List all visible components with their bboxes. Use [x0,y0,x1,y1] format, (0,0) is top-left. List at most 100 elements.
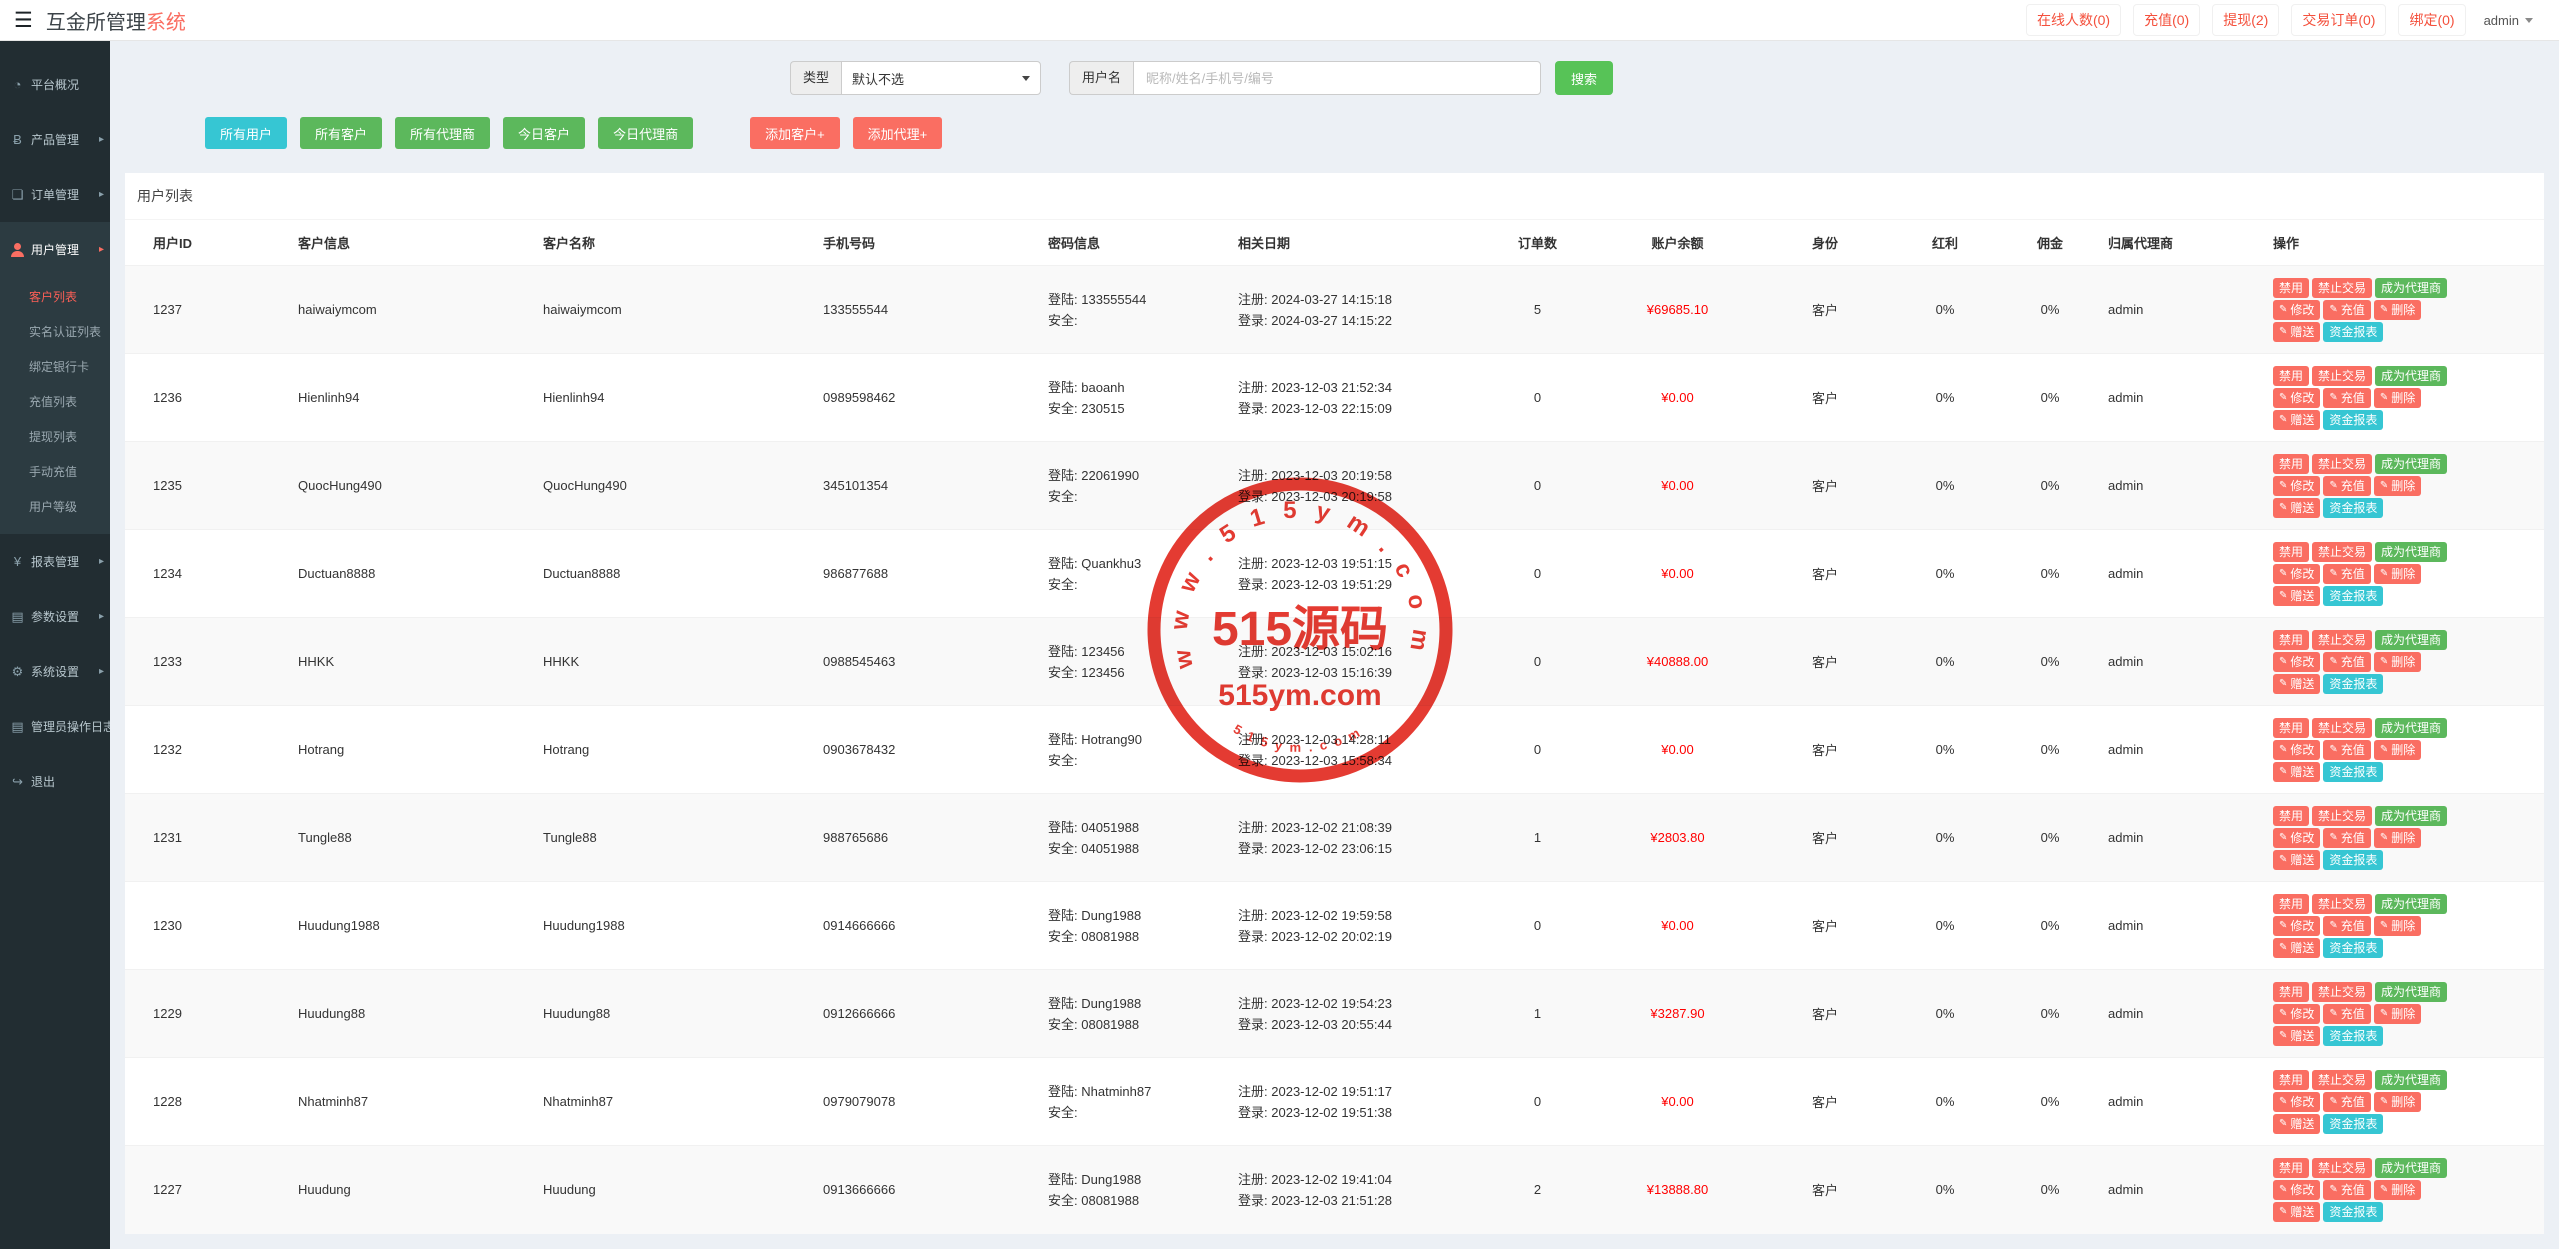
make-agent-button[interactable]: 成为代理商 [2375,806,2447,826]
gift-button[interactable]: ✎ 赠送 [2273,586,2320,606]
funds-report-button[interactable]: 资金报表 [2323,322,2383,342]
type-select[interactable]: 默认不选 [841,61,1041,95]
bind-badge[interactable]: 绑定(0) [2398,4,2465,36]
edit-button[interactable]: ✎ 修改 [2273,564,2320,584]
make-agent-button[interactable]: 成为代理商 [2375,278,2447,298]
recharge-button[interactable]: ✎ 充值 [2323,652,2370,672]
funds-report-button[interactable]: 资金报表 [2323,1114,2383,1134]
make-agent-button[interactable]: 成为代理商 [2375,1158,2447,1178]
funds-report-button[interactable]: 资金报表 [2323,938,2383,958]
all-users-button[interactable]: 所有用户 [205,117,287,149]
forbid-trade-button[interactable]: 禁止交易 [2312,718,2372,738]
make-agent-button[interactable]: 成为代理商 [2375,718,2447,738]
make-agent-button[interactable]: 成为代理商 [2375,630,2447,650]
disable-button[interactable]: 禁用 [2273,982,2309,1002]
delete-button[interactable]: ✎ 删除 [2374,1180,2421,1200]
delete-button[interactable]: ✎ 删除 [2374,652,2421,672]
funds-report-button[interactable]: 资金报表 [2323,1026,2383,1046]
recharge-button[interactable]: ✎ 充值 [2323,1092,2370,1112]
edit-button[interactable]: ✎ 修改 [2273,652,2320,672]
disable-button[interactable]: 禁用 [2273,1070,2309,1090]
delete-button[interactable]: ✎ 删除 [2374,564,2421,584]
gift-button[interactable]: ✎ 赠送 [2273,410,2320,430]
make-agent-button[interactable]: 成为代理商 [2375,542,2447,562]
recharge-button[interactable]: ✎ 充值 [2323,828,2370,848]
delete-button[interactable]: ✎ 删除 [2374,916,2421,936]
sidebar-subitem-withdraw-list[interactable]: 提现列表 [0,419,110,454]
sidebar-item-orders[interactable]: ❏ 订单管理 ▸ [0,167,110,222]
withdraw-badge[interactable]: 提现(2) [2212,4,2279,36]
disable-button[interactable]: 禁用 [2273,718,2309,738]
all-customers-button[interactable]: 所有客户 [300,117,382,149]
today-agents-button[interactable]: 今日代理商 [598,117,693,149]
recharge-button[interactable]: ✎ 充值 [2323,916,2370,936]
disable-button[interactable]: 禁用 [2273,542,2309,562]
forbid-trade-button[interactable]: 禁止交易 [2312,454,2372,474]
disable-button[interactable]: 禁用 [2273,366,2309,386]
edit-button[interactable]: ✎ 修改 [2273,1004,2320,1024]
make-agent-button[interactable]: 成为代理商 [2375,1070,2447,1090]
hamburger-menu-icon[interactable]: ☰ [14,10,33,31]
forbid-trade-button[interactable]: 禁止交易 [2312,630,2372,650]
sidebar-item-params[interactable]: ▤ 参数设置 ▸ [0,589,110,644]
search-button[interactable]: 搜索 [1555,61,1613,95]
funds-report-button[interactable]: 资金报表 [2323,762,2383,782]
funds-report-button[interactable]: 资金报表 [2323,586,2383,606]
delete-button[interactable]: ✎ 删除 [2374,300,2421,320]
recharge-button[interactable]: ✎ 充值 [2323,564,2370,584]
forbid-trade-button[interactable]: 禁止交易 [2312,1158,2372,1178]
sidebar-item-admin-log[interactable]: ▤ 管理员操作日志 [0,699,110,754]
funds-report-button[interactable]: 资金报表 [2323,674,2383,694]
gift-button[interactable]: ✎ 赠送 [2273,1202,2320,1222]
edit-button[interactable]: ✎ 修改 [2273,1092,2320,1112]
edit-button[interactable]: ✎ 修改 [2273,828,2320,848]
sidebar-subitem-bind-bank-card[interactable]: 绑定银行卡 [0,349,110,384]
gift-button[interactable]: ✎ 赠送 [2273,850,2320,870]
sidebar-item-settings[interactable]: ⚙ 系统设置 ▸ [0,644,110,699]
all-agents-button[interactable]: 所有代理商 [395,117,490,149]
disable-button[interactable]: 禁用 [2273,894,2309,914]
forbid-trade-button[interactable]: 禁止交易 [2312,366,2372,386]
delete-button[interactable]: ✎ 删除 [2374,740,2421,760]
edit-button[interactable]: ✎ 修改 [2273,388,2320,408]
make-agent-button[interactable]: 成为代理商 [2375,454,2447,474]
delete-button[interactable]: ✎ 删除 [2374,388,2421,408]
trade-orders-badge[interactable]: 交易订单(0) [2291,4,2386,36]
gift-button[interactable]: ✎ 赠送 [2273,1026,2320,1046]
sidebar-item-users[interactable]: 用户管理 ▸ [0,222,110,277]
funds-report-button[interactable]: 资金报表 [2323,498,2383,518]
forbid-trade-button[interactable]: 禁止交易 [2312,894,2372,914]
funds-report-button[interactable]: 资金报表 [2323,410,2383,430]
recharge-button[interactable]: ✎ 充值 [2323,740,2370,760]
disable-button[interactable]: 禁用 [2273,1158,2309,1178]
gift-button[interactable]: ✎ 赠送 [2273,938,2320,958]
forbid-trade-button[interactable]: 禁止交易 [2312,278,2372,298]
edit-button[interactable]: ✎ 修改 [2273,1180,2320,1200]
delete-button[interactable]: ✎ 删除 [2374,828,2421,848]
disable-button[interactable]: 禁用 [2273,278,2309,298]
user-menu[interactable]: admin [2478,8,2539,33]
forbid-trade-button[interactable]: 禁止交易 [2312,1070,2372,1090]
disable-button[interactable]: 禁用 [2273,806,2309,826]
delete-button[interactable]: ✎ 删除 [2374,1092,2421,1112]
gift-button[interactable]: ✎ 赠送 [2273,762,2320,782]
add-customer-button[interactable]: 添加客户+ [750,117,840,149]
recharge-button[interactable]: ✎ 充值 [2323,1180,2370,1200]
disable-button[interactable]: 禁用 [2273,630,2309,650]
gift-button[interactable]: ✎ 赠送 [2273,498,2320,518]
sidebar-subitem-recharge-list[interactable]: 充值列表 [0,384,110,419]
delete-button[interactable]: ✎ 删除 [2374,1004,2421,1024]
disable-button[interactable]: 禁用 [2273,454,2309,474]
make-agent-button[interactable]: 成为代理商 [2375,894,2447,914]
online-count-badge[interactable]: 在线人数(0) [2026,4,2121,36]
gift-button[interactable]: ✎ 赠送 [2273,1114,2320,1134]
gift-button[interactable]: ✎ 赠送 [2273,674,2320,694]
funds-report-button[interactable]: 资金报表 [2323,850,2383,870]
edit-button[interactable]: ✎ 修改 [2273,740,2320,760]
sidebar-item-products[interactable]: Ƀ 产品管理 ▸ [0,112,110,167]
sidebar-item-reports[interactable]: ¥ 报表管理 ▸ [0,534,110,589]
today-customers-button[interactable]: 今日客户 [503,117,585,149]
gift-button[interactable]: ✎ 赠送 [2273,322,2320,342]
delete-button[interactable]: ✎ 删除 [2374,476,2421,496]
recharge-badge[interactable]: 充值(0) [2133,4,2200,36]
